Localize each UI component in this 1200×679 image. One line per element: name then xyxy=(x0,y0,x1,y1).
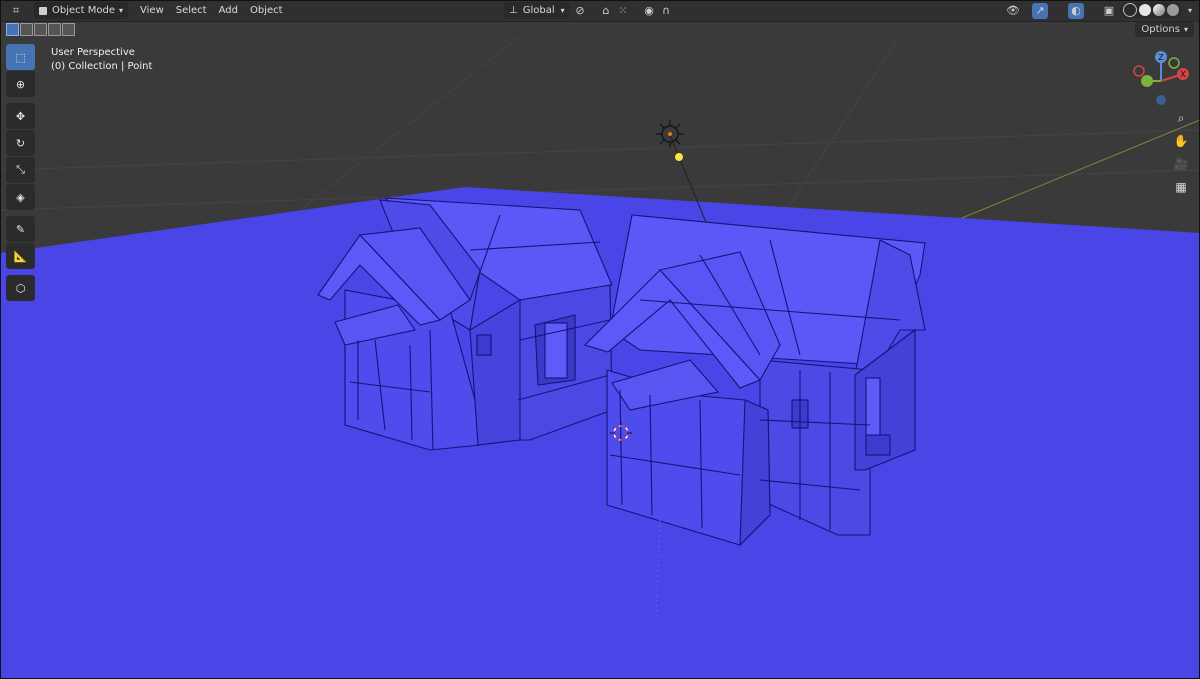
pivot-point-icon[interactable]: ⊘ xyxy=(572,3,588,19)
scale-tool[interactable]: ⤡ xyxy=(6,157,35,183)
options-dropdown[interactable]: Options ▾ xyxy=(1135,22,1194,37)
pan-view-button[interactable]: ✋ xyxy=(1171,131,1191,151)
menu-view[interactable]: View xyxy=(134,5,170,16)
object-mode-icon xyxy=(39,6,47,15)
mode-dropdown[interactable]: Object Mode ▾ xyxy=(34,2,129,19)
transform-orientation-icon: ⊥ xyxy=(509,5,518,16)
shading-modes xyxy=(1120,2,1182,18)
cursor-icon: ⊕ xyxy=(15,77,26,91)
select-box-icon: ⬚ xyxy=(15,50,26,64)
viewport-header: ⌗ Object Mode ▾ View Select Add Object ⊥… xyxy=(0,0,1200,22)
proportional-editing-icon[interactable]: ◉ xyxy=(641,3,657,19)
menu-add[interactable]: Add xyxy=(213,5,244,16)
rendered-shading-icon[interactable] xyxy=(1167,4,1179,16)
gizmo-x-label: X xyxy=(1180,70,1186,79)
camera-icon: 🎥 xyxy=(1173,157,1189,171)
material-shading-icon[interactable] xyxy=(1153,4,1165,16)
tool-bar: ⬚ ⊕ ✥ ↻ ⤡ ◈ ✎ 📐 ⬡ xyxy=(6,44,37,302)
orientation-dropdown[interactable]: ⊥ Global ▾ xyxy=(504,2,570,19)
gizmo-neg-z[interactable] xyxy=(1156,95,1166,105)
blender-window: ⌗ Object Mode ▾ View Select Add Object ⊥… xyxy=(0,0,1200,679)
select-mode-bar xyxy=(0,21,1200,37)
mode-label: Object Mode xyxy=(52,5,115,16)
left-house[interactable] xyxy=(317,197,613,451)
rotate-icon: ↻ xyxy=(15,136,26,150)
perspective-label: User Perspective xyxy=(51,47,135,58)
wireframe-shading-icon[interactable] xyxy=(1123,3,1137,17)
gizmo-neg-y[interactable] xyxy=(1168,57,1180,69)
gizmo-neg-x[interactable] xyxy=(1133,65,1145,77)
transform-icon: ◈ xyxy=(16,190,25,204)
3d-viewport[interactable] xyxy=(0,0,1200,679)
chevron-down-icon[interactable]: ▾ xyxy=(1182,3,1198,19)
viewport-info: User Perspective (0) Collection | Point xyxy=(51,46,152,73)
cursor-tool[interactable]: ⊕ xyxy=(6,71,35,97)
gizmo-y-axis[interactable] xyxy=(1141,75,1153,87)
chevron-down-icon: ▾ xyxy=(1183,25,1188,34)
select-subtract-icon[interactable] xyxy=(34,23,47,36)
zoom-icon: ⌕ xyxy=(1177,110,1185,125)
hand-icon: ✋ xyxy=(1173,134,1189,148)
gizmo-icon[interactable]: ↗ xyxy=(1032,2,1048,19)
navigation-gizmo[interactable]: Z X xyxy=(1126,46,1196,116)
move-tool[interactable]: ✥ xyxy=(6,103,35,129)
measure-icon: 📐 xyxy=(13,249,28,263)
xray-icon[interactable]: ▣ xyxy=(1101,3,1117,19)
falloff-icon[interactable]: ∩ xyxy=(658,3,674,19)
select-new-icon[interactable] xyxy=(6,23,19,36)
snap-target-icon[interactable]: ⁙ xyxy=(615,3,631,19)
snap-icon[interactable]: ⌂ xyxy=(598,3,614,19)
select-intersect-icon[interactable] xyxy=(62,23,75,36)
add-cube-tool[interactable]: ⬡ xyxy=(6,275,35,301)
options-label: Options xyxy=(1141,24,1180,35)
orientation-label: Global xyxy=(522,5,555,16)
select-invert-icon[interactable] xyxy=(48,23,61,36)
solid-shading-icon[interactable] xyxy=(1139,4,1151,16)
menu-object[interactable]: Object xyxy=(244,5,289,16)
collection-label: (0) Collection | Point xyxy=(51,60,153,72)
measure-tool[interactable]: 📐 xyxy=(6,243,35,269)
gizmo-z-label: Z xyxy=(1158,53,1164,62)
select-box-tool[interactable]: ⬚ xyxy=(6,44,35,70)
selection-modes xyxy=(6,23,75,36)
annotate-icon: ✎ xyxy=(15,222,26,236)
editor-type-icon[interactable]: ⌗ xyxy=(8,3,24,19)
chevron-down-icon: ▾ xyxy=(560,6,565,15)
chevron-down-icon: ▾ xyxy=(119,6,124,15)
overlay-icon[interactable]: ◐ xyxy=(1068,2,1084,19)
scale-icon: ⤡ xyxy=(16,163,25,176)
menu-select[interactable]: Select xyxy=(170,5,213,16)
add-cube-icon: ⬡ xyxy=(15,281,26,295)
rotate-tool[interactable]: ↻ xyxy=(6,130,35,156)
annotate-tool[interactable]: ✎ xyxy=(6,216,35,242)
move-icon: ✥ xyxy=(15,109,26,123)
select-extend-icon[interactable] xyxy=(20,23,33,36)
zoom-view-button[interactable]: ⌕ xyxy=(1171,108,1191,128)
visibility-icon[interactable]: 👁 xyxy=(1005,3,1021,19)
camera-view-button[interactable]: 🎥 xyxy=(1171,154,1191,174)
ortho-toggle-button[interactable]: ▦ xyxy=(1171,177,1191,197)
transform-tool[interactable]: ◈ xyxy=(6,184,35,210)
grid-icon: ▦ xyxy=(1175,180,1187,194)
